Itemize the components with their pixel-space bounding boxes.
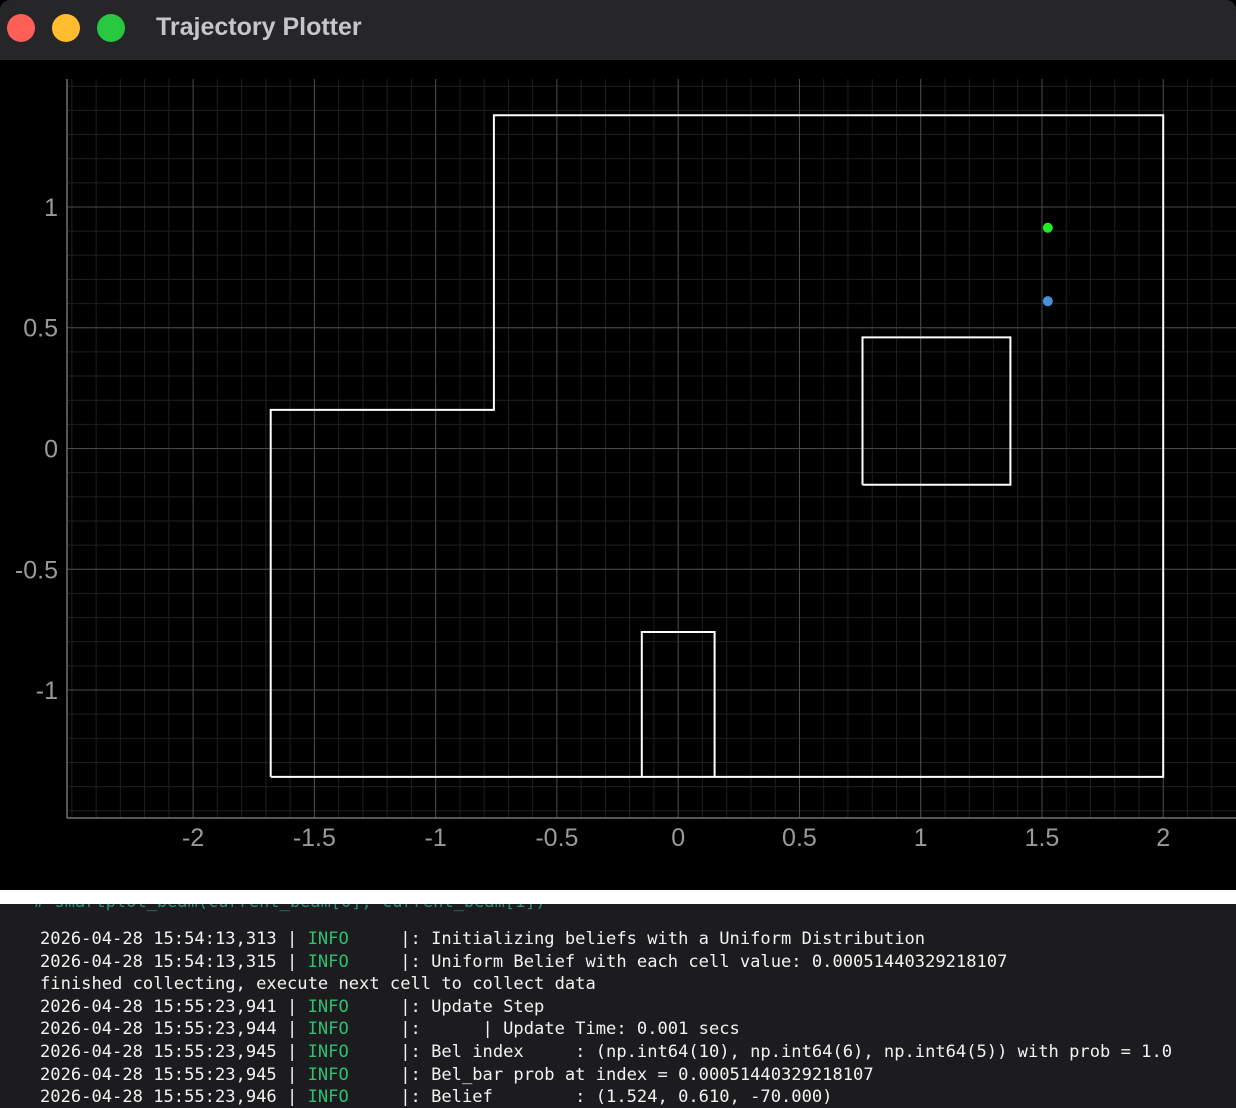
- log-message: |: Bel index : (np.int64(10), np.int64(6…: [348, 1041, 1173, 1062]
- log-timestamp: 2026-04-28 15:55:23,945 |: [40, 1064, 308, 1085]
- log-lines: 2026-04-28 15:54:13,313 | INFO |: Initia…: [40, 928, 1172, 1108]
- x-tick-label: -0.5: [535, 824, 578, 852]
- log-level: INFO: [307, 1064, 349, 1085]
- log-level: INFO: [307, 929, 349, 949]
- log-line: 2026-04-28 15:55:23,945 | INFO |: Bel_ba…: [40, 1064, 1172, 1087]
- x-tick-label: 0: [671, 824, 685, 852]
- log-line: 2026-04-28 15:55:23,945 | INFO |: Bel in…: [40, 1041, 1172, 1064]
- window-title: Trajectory Plotter: [156, 13, 362, 41]
- x-tick-label: -1: [425, 824, 447, 852]
- log-line: 2026-04-28 15:54:13,315 | INFO |: Unifor…: [40, 951, 1172, 974]
- y-tick-label: -0.5: [15, 556, 58, 584]
- terminal-cut-line: # smartplot_beam(current_beam[0], curren…: [34, 904, 546, 912]
- log-timestamp: 2026-04-28 15:55:23,944 |: [40, 1019, 308, 1040]
- x-tick-label: 1: [914, 824, 928, 852]
- log-timestamp: 2026-04-28 15:55:23,945 |: [40, 1041, 308, 1062]
- log-timestamp: 2026-04-28 15:55:23,941 |: [40, 996, 308, 1017]
- log-timestamp: finished collecting, execute next cell t…: [40, 974, 596, 995]
- plotter-window: Trajectory Plotter -2 -1.5 -1 -0.5 0 0.5 1 1.5 2…: [0, 0, 1236, 890]
- log-line: 2026-04-28 15:55:23,946 | INFO |: Belief…: [40, 1086, 1172, 1108]
- maximize-button[interactable]: [97, 14, 125, 42]
- log-timestamp: 2026-04-28 15:54:13,313 |: [40, 929, 308, 949]
- data-point-series-0: [1042, 222, 1053, 233]
- log-message: |: Belief : (1.524, 0.610, -70.000): [348, 1087, 833, 1108]
- x-tick-label: 2: [1156, 824, 1170, 852]
- log-message: |: Bel_bar prob at index = 0.00051440329…: [348, 1064, 874, 1085]
- log-line: 2026-04-28 15:55:23,941 | INFO |: Update…: [40, 996, 1172, 1019]
- close-button[interactable]: [7, 14, 35, 42]
- x-tick-label: -2: [182, 824, 204, 852]
- map-wall-obstacle-box-right: [861, 336, 1012, 486]
- log-timestamp: 2026-04-28 15:54:13,315 |: [40, 951, 308, 972]
- log-level: INFO: [307, 1041, 349, 1062]
- trajectory-plot[interactable]: -2 -1.5 -1 -0.5 0 0.5 1 1.5 2 1 0.5 0 -0.5 -1: [0, 60, 1236, 890]
- y-tick-label: 0: [44, 436, 58, 464]
- y-tick-label: -1: [36, 677, 58, 705]
- map-wall-outer-boundary: [269, 114, 1165, 778]
- y-tick-label: 1: [44, 194, 58, 222]
- log-message: |: Initializing beliefs with a Uniform D…: [348, 929, 926, 949]
- log-timestamp: 2026-04-28 15:55:23,946 |: [40, 1087, 308, 1108]
- log-level: INFO: [307, 1087, 349, 1108]
- log-line: 2026-04-28 15:55:23,944 | INFO |: | Upda…: [40, 1018, 1172, 1041]
- log-line: finished collecting, execute next cell t…: [40, 973, 1172, 996]
- terminal-output[interactable]: # smartplot_beam(current_beam[0], curren…: [0, 904, 1236, 1108]
- divider: [0, 890, 1236, 904]
- log-level: INFO: [307, 1019, 349, 1040]
- plot-area[interactable]: -2 -1.5 -1 -0.5 0 0.5 1 1.5 2 1 0.5 0 -0.5 -1: [0, 60, 1236, 890]
- y-tick-label: 0.5: [23, 315, 58, 343]
- x-tick-label: -1.5: [293, 824, 336, 852]
- log-line: 2026-04-28 15:54:13,313 | INFO |: Initia…: [40, 928, 1172, 951]
- log-message: |: | Update Time: 0.001 secs: [348, 1019, 740, 1040]
- minimize-button[interactable]: [52, 14, 80, 42]
- log-level: INFO: [307, 996, 349, 1017]
- x-tick-label: 0.5: [782, 824, 817, 852]
- x-tick-label: 1.5: [1025, 824, 1060, 852]
- data-point-series-1: [1042, 296, 1053, 307]
- log-level: INFO: [307, 951, 349, 972]
- title-bar[interactable]: Trajectory Plotter: [0, 0, 1236, 60]
- log-message: |: Uniform Belief with each cell value: …: [348, 951, 1008, 972]
- log-message: |: Update Step: [348, 996, 545, 1017]
